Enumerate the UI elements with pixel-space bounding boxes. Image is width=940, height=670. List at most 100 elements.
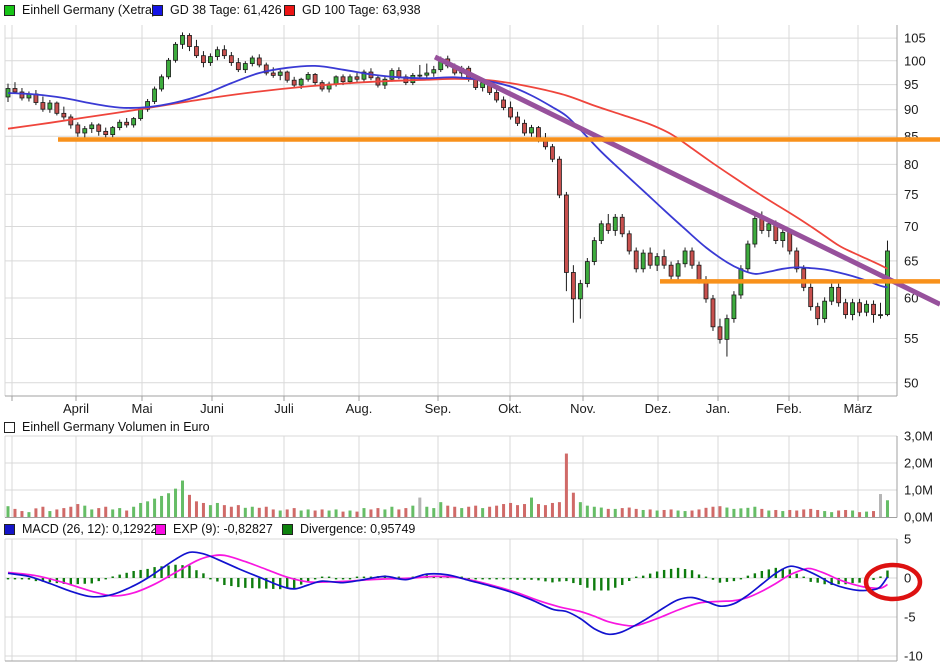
candle <box>557 159 561 195</box>
svg-text:Dez.: Dez. <box>645 401 672 416</box>
divergence-bar <box>684 569 686 578</box>
divergence-bar <box>537 578 539 580</box>
divergence-bar <box>188 566 190 578</box>
volume-bar <box>677 511 680 517</box>
candle <box>418 75 422 76</box>
svg-text:Nov.: Nov. <box>570 401 596 416</box>
candle <box>55 103 59 113</box>
gd38-line <box>8 66 888 287</box>
volume-bar <box>230 507 233 517</box>
series-swatch-gd38 <box>152 5 163 16</box>
volume-bar <box>551 503 554 517</box>
candle <box>341 77 345 82</box>
divergence-bar <box>565 578 567 581</box>
candle <box>627 234 631 251</box>
volume-bar <box>495 506 498 517</box>
volume-bar <box>404 508 407 517</box>
candle <box>355 77 359 79</box>
divergence-bar <box>314 578 316 579</box>
volume-bar <box>656 511 659 517</box>
candle <box>97 125 101 131</box>
volume-bar <box>160 496 163 517</box>
volume-bar <box>523 504 526 517</box>
volume-bar <box>460 508 463 517</box>
divergence-bar <box>558 578 560 582</box>
divergence-bar <box>572 578 574 583</box>
volume-bar <box>607 509 610 517</box>
divergence-bar <box>796 574 798 578</box>
candle <box>725 319 729 340</box>
divergence-bar <box>719 578 721 583</box>
candle <box>111 128 115 135</box>
svg-text:55: 55 <box>904 331 918 346</box>
divergence-bar <box>761 571 763 578</box>
volume-bar <box>865 512 868 517</box>
legend-item-divergence: Divergence: 0,95749 <box>282 521 415 537</box>
divergence-bar <box>747 576 749 578</box>
volume-bar <box>111 509 114 517</box>
volume-bar <box>481 508 484 517</box>
volume-bar <box>342 512 345 517</box>
svg-text:Jan.: Jan. <box>706 401 731 416</box>
candle <box>753 219 757 244</box>
candle <box>802 269 806 288</box>
volume-bar <box>537 504 540 517</box>
volume-bar <box>251 507 254 517</box>
candle <box>746 244 750 269</box>
candle <box>250 58 254 64</box>
legend-item-macd: MACD (26, 12): 0,12922 <box>4 521 158 537</box>
volume-bar <box>237 505 240 517</box>
divergence-bar <box>251 578 253 588</box>
volume-bar <box>572 493 575 517</box>
volume-bar <box>97 508 100 517</box>
volume-bar <box>167 493 170 517</box>
candle <box>879 315 883 316</box>
candle <box>781 232 785 240</box>
divergence-bar <box>586 578 588 588</box>
divergence-bar <box>509 578 511 579</box>
candle <box>76 125 80 133</box>
candle <box>606 224 610 231</box>
candle <box>153 89 157 102</box>
volume-bar <box>446 506 449 517</box>
candle <box>571 272 575 298</box>
candle <box>90 125 94 129</box>
candle <box>641 253 645 269</box>
legend-label-exp: EXP (9): -0,82827 <box>173 521 273 537</box>
volume-bar <box>809 509 812 517</box>
volume-bar <box>760 509 763 517</box>
volume-bar <box>146 501 149 517</box>
divergence-bar <box>356 577 358 578</box>
divergence-bar <box>363 577 365 578</box>
legend-label-price: Einhell Germany (Xetra) <box>22 2 156 18</box>
candle <box>285 72 289 80</box>
volume-bar <box>13 509 16 517</box>
divergence-bar <box>691 570 693 578</box>
candle <box>578 284 582 299</box>
candle <box>348 77 352 82</box>
volume-bar <box>628 508 631 517</box>
volume-bar <box>362 508 365 517</box>
candle <box>620 217 624 234</box>
candle <box>823 301 827 318</box>
series-swatch-price <box>4 5 15 16</box>
divergence-bar <box>230 578 232 586</box>
volume-bar <box>432 508 435 517</box>
volume-bar <box>195 501 198 517</box>
candle <box>858 303 862 312</box>
volume-bar <box>530 498 533 517</box>
volume-bar <box>153 499 156 517</box>
volume-bar <box>293 508 296 517</box>
volume-bar <box>76 504 79 517</box>
volume-bar <box>858 512 861 517</box>
volume-bar <box>767 511 770 517</box>
svg-text:-10: -10 <box>904 649 923 664</box>
candle <box>104 131 108 134</box>
svg-text:Sep.: Sep. <box>425 401 452 416</box>
candle <box>222 50 226 56</box>
volume-bar <box>300 511 303 517</box>
divergence-bar <box>698 574 700 578</box>
svg-text:April: April <box>63 401 89 416</box>
divergence-bar <box>663 570 665 578</box>
series-swatch-macd <box>4 524 15 535</box>
